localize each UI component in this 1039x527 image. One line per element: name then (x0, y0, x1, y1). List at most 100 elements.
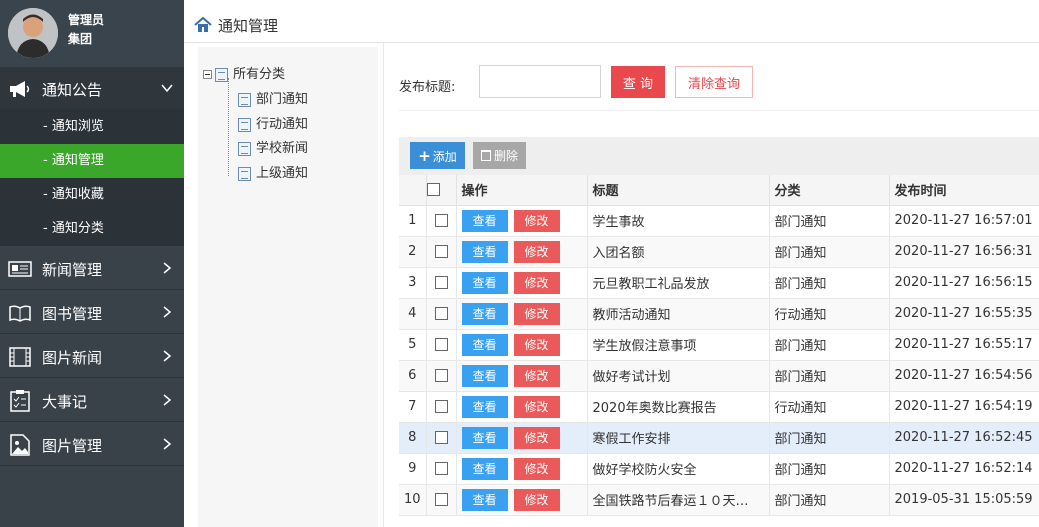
home-icon[interactable] (194, 16, 212, 34)
row-checkbox-cell[interactable] (426, 484, 457, 516)
row-index: 7 (399, 391, 427, 423)
title-search-input[interactable] (479, 65, 601, 98)
sidebar-group-books[interactable]: 图书管理 (0, 291, 184, 334)
edit-button[interactable]: 修改 (513, 488, 560, 511)
add-button[interactable]: + 添加 (410, 142, 465, 169)
view-button[interactable]: 查看 (461, 302, 508, 325)
trash-icon (480, 150, 491, 161)
submenu-item-category[interactable]: - 通知分类 (0, 212, 184, 246)
sidebar-group-news[interactable]: 新闻管理 (0, 247, 184, 290)
edit-button[interactable]: 修改 (513, 457, 560, 480)
edit-button[interactable]: 修改 (513, 302, 560, 325)
row-checkbox[interactable] (434, 431, 448, 444)
clear-query-button[interactable]: 清除查询 (675, 66, 753, 98)
header-select-all[interactable] (426, 175, 457, 206)
row-time: 2020-11-27 16:54:56 (889, 360, 1039, 392)
table-row[interactable]: 4 查看 修改 教师活动通知 行动通知 2020-11-27 16:55:35 (399, 298, 1039, 330)
row-index: 4 (399, 298, 427, 330)
sidebar-group-images[interactable]: 图片管理 (0, 423, 184, 466)
doc-icon (238, 92, 251, 107)
view-button[interactable]: 查看 (461, 271, 508, 294)
edit-button[interactable]: 修改 (513, 426, 560, 449)
avatar[interactable] (8, 8, 58, 58)
view-button[interactable]: 查看 (461, 488, 508, 511)
row-index: 9 (399, 453, 427, 485)
row-checkbox[interactable] (434, 493, 448, 506)
row-title: 学生放假注意事项 (587, 329, 770, 361)
table-row[interactable]: 8 查看 修改 寒假工作安排 部门通知 2020-11-27 16:52:45 (399, 422, 1039, 454)
row-category: 部门通知 (769, 267, 890, 299)
row-checkbox-cell[interactable] (426, 422, 457, 454)
chevron-down-icon (160, 81, 174, 95)
tree-node-superior[interactable]: 上级通知 (238, 163, 308, 185)
row-checkbox-cell[interactable] (426, 298, 457, 330)
row-checkbox[interactable] (434, 462, 448, 475)
row-index: 1 (399, 205, 427, 237)
query-button[interactable]: 查 询 (611, 66, 665, 98)
submenu-item-manage[interactable]: - 通知管理 (0, 144, 184, 178)
delete-label: 删除 (493, 149, 518, 163)
table-row[interactable]: 5 查看 修改 学生放假注意事项 部门通知 2020-11-27 16:55:17 (399, 329, 1039, 361)
header-time[interactable]: 发布时间 (889, 175, 1039, 206)
view-button[interactable]: 查看 (461, 395, 508, 418)
tree-node-dept[interactable]: 部门通知 (238, 89, 308, 111)
row-checkbox-cell[interactable] (426, 205, 457, 237)
edit-button[interactable]: 修改 (513, 209, 560, 232)
table-row[interactable]: 9 查看 修改 做好学校防火安全 部门通知 2020-11-27 16:52:14 (399, 453, 1039, 485)
edit-button[interactable]: 修改 (513, 395, 560, 418)
view-button[interactable]: 查看 (461, 457, 508, 480)
row-category: 行动通知 (769, 391, 890, 423)
table-row[interactable]: 3 查看 修改 元旦教职工礼品发放 部门通知 2020-11-27 16:56:15 (399, 267, 1039, 299)
view-button[interactable]: 查看 (461, 426, 508, 449)
user-org: 集团 (68, 32, 93, 46)
row-checkbox-cell[interactable] (426, 236, 457, 268)
row-actions: 查看 修改 (456, 484, 588, 516)
tree-node-label: 上级通知 (256, 166, 309, 181)
sidebar-group-photo-news[interactable]: 图片新闻 (0, 335, 184, 378)
row-checkbox[interactable] (434, 400, 448, 413)
edit-button[interactable]: 修改 (513, 333, 560, 356)
row-checkbox[interactable] (434, 214, 448, 227)
tree-node-root[interactable]: 所有分类 (203, 64, 285, 86)
sidebar-group-label: 新闻管理 (42, 261, 103, 279)
row-checkbox-cell[interactable] (426, 360, 457, 392)
delete-button[interactable]: 删除 (473, 142, 526, 169)
row-checkbox[interactable] (434, 369, 448, 382)
sidebar-group-notice[interactable]: 通知公告 (0, 67, 184, 110)
row-time: 2020-11-27 16:55:35 (889, 298, 1039, 330)
row-checkbox[interactable] (434, 276, 448, 289)
tree-node-action[interactable]: 行动通知 (238, 114, 308, 136)
doc-icon (238, 117, 251, 132)
add-label: 添加 (432, 149, 457, 164)
notice-table: 操作 标题 分类 发布时间 1 查看 修改 学生事故 部门通知 2020-11-27 16… (399, 175, 1039, 516)
table-row[interactable]: 6 查看 修改 做好考试计划 部门通知 2020-11-27 16:54:56 (399, 360, 1039, 392)
row-checkbox[interactable] (434, 245, 448, 258)
table-row[interactable]: 2 查看 修改 入团名额 部门通知 2020-11-27 16:56:31 (399, 236, 1039, 268)
row-category: 部门通知 (769, 236, 890, 268)
select-all-checkbox[interactable] (426, 183, 440, 197)
row-checkbox-cell[interactable] (426, 267, 457, 299)
row-checkbox[interactable] (434, 307, 448, 320)
view-button[interactable]: 查看 (461, 240, 508, 263)
row-checkbox-cell[interactable] (426, 453, 457, 485)
table-row[interactable]: 10 查看 修改 全国铁路节后春运１０天… 部门通知 2019-05-31 15:05:5… (399, 484, 1039, 516)
row-checkbox[interactable] (434, 338, 448, 351)
header-title[interactable]: 标题 (587, 175, 770, 206)
header-category[interactable]: 分类 (769, 175, 890, 206)
table-row[interactable]: 7 查看 修改 2020年奥数比赛报告 行动通知 2020-11-27 16:54:19 (399, 391, 1039, 423)
sidebar-group-events[interactable]: 大事记 (0, 379, 184, 422)
row-checkbox-cell[interactable] (426, 329, 457, 361)
edit-button[interactable]: 修改 (513, 271, 560, 294)
submenu-item-browse[interactable]: - 通知浏览 (0, 110, 184, 144)
tree-node-school[interactable]: 学校新闻 (238, 138, 308, 160)
collapse-icon[interactable] (203, 70, 212, 79)
submenu-item-favorites[interactable]: - 通知收藏 (0, 178, 184, 212)
row-category: 部门通知 (769, 484, 890, 516)
edit-button[interactable]: 修改 (513, 240, 560, 263)
view-button[interactable]: 查看 (461, 209, 508, 232)
edit-button[interactable]: 修改 (513, 364, 560, 387)
row-checkbox-cell[interactable] (426, 391, 457, 423)
table-row[interactable]: 1 查看 修改 学生事故 部门通知 2020-11-27 16:57:01 (399, 205, 1039, 237)
view-button[interactable]: 查看 (461, 364, 508, 387)
view-button[interactable]: 查看 (461, 333, 508, 356)
